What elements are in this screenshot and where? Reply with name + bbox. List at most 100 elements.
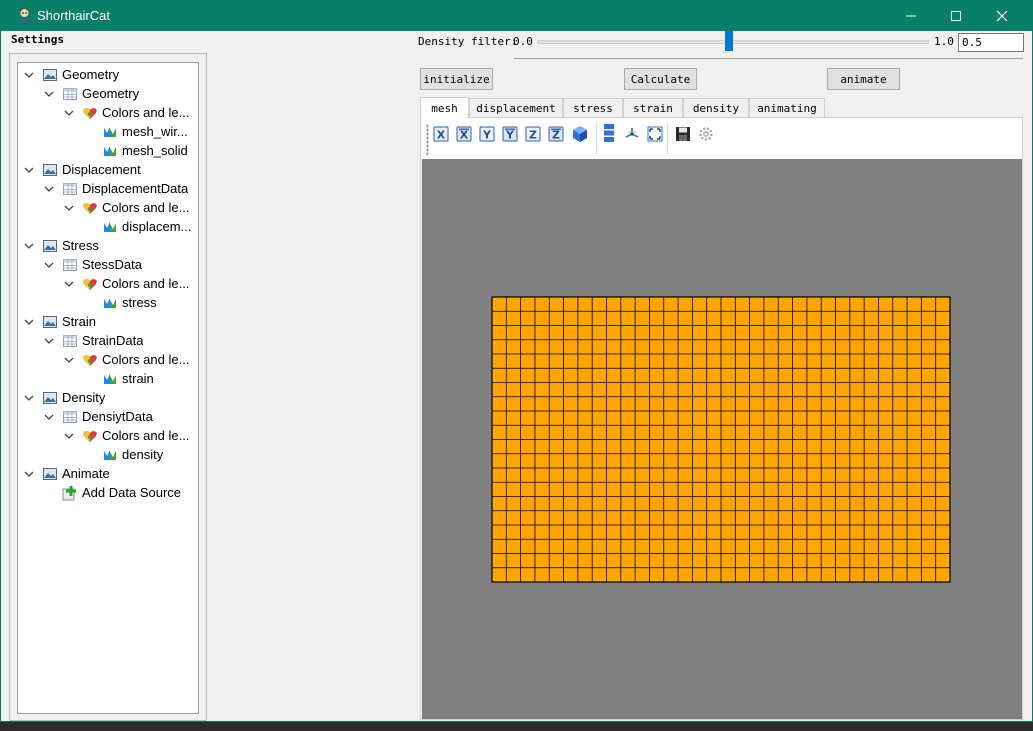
- chevron-down-icon[interactable]: [22, 68, 36, 82]
- title-bar[interactable]: ShorthairCat: [0, 0, 1033, 31]
- minimize-icon: [906, 15, 916, 16]
- tree-item[interactable]: Density: [22, 388, 105, 407]
- settings-tree[interactable]: Geometry Geometry Colors and le... mesh_wir…: [17, 62, 199, 714]
- tree-item-label: Geometry: [62, 67, 120, 82]
- chevron-down-icon[interactable]: [22, 391, 36, 405]
- table-icon: [62, 333, 78, 349]
- minimize-button[interactable]: [888, 0, 934, 31]
- chevron-down-icon[interactable]: [22, 315, 36, 329]
- tree-item[interactable]: StrainData: [42, 331, 143, 350]
- chevron-down-icon[interactable]: [62, 106, 76, 120]
- chart-series-icon: [102, 143, 118, 159]
- view-z-button[interactable]: Z: [523, 124, 543, 144]
- chevron-down-icon[interactable]: [62, 201, 76, 215]
- tree-item-label: Animate: [62, 466, 110, 481]
- chevron-down-icon[interactable]: [42, 258, 56, 272]
- tree-item[interactable]: mesh_wir...: [82, 122, 188, 141]
- chevron-down-icon[interactable]: [22, 467, 36, 481]
- tree-item[interactable]: Colors and le...: [62, 426, 189, 445]
- stack-icon: [601, 123, 617, 143]
- chevron-down-icon[interactable]: [42, 410, 56, 424]
- maximize-button[interactable]: [933, 0, 979, 31]
- tree-item-label: Colors and le...: [102, 105, 190, 120]
- isometric-cube-icon: [571, 125, 589, 143]
- chevron-down-icon[interactable]: [42, 182, 56, 196]
- save-button[interactable]: [673, 124, 693, 144]
- tab-animating[interactable]: animating: [749, 98, 825, 117]
- tree-item[interactable]: strain: [82, 369, 154, 388]
- toolbar-separator: [596, 124, 597, 154]
- chart-series-icon: [102, 447, 118, 463]
- close-button[interactable]: [979, 0, 1025, 31]
- tree-item-label: Colors and le...: [102, 352, 190, 367]
- chart-series-icon: [102, 124, 118, 140]
- app-cat-icon: [19, 7, 30, 23]
- tree-item-label: StrainData: [82, 333, 144, 348]
- tree-item-label: mesh_solid: [122, 143, 188, 158]
- calculate-button[interactable]: Calculate: [624, 68, 697, 90]
- tree-item[interactable]: Colors and le...: [62, 103, 189, 122]
- view-neg-z-button[interactable]: Z: [546, 124, 566, 144]
- tree-item[interactable]: StessData: [42, 255, 142, 274]
- tree-item[interactable]: Strain: [22, 312, 96, 331]
- tree-item[interactable]: Animate: [22, 464, 110, 483]
- add-plus-icon: [62, 485, 78, 501]
- animate-button[interactable]: animate: [827, 68, 900, 90]
- chevron-down-icon[interactable]: [42, 87, 56, 101]
- view-y-icon: Y: [479, 126, 495, 142]
- isometric-cube-button[interactable]: [570, 124, 590, 144]
- tree-item[interactable]: displacem...: [82, 217, 191, 236]
- axes-button[interactable]: [622, 124, 642, 144]
- palette-heart-icon: [82, 352, 98, 368]
- image-icon: [42, 314, 58, 330]
- tree-item-label: displacem...: [122, 219, 192, 234]
- tree-item-label: Strain: [62, 314, 96, 329]
- tree-item[interactable]: Colors and le...: [62, 274, 189, 293]
- view-x-button[interactable]: X: [431, 124, 451, 144]
- svg-text:Y: Y: [505, 129, 515, 142]
- fit-view-button[interactable]: [645, 124, 665, 144]
- tab-mesh[interactable]: mesh: [420, 97, 469, 118]
- chevron-down-icon[interactable]: [62, 277, 76, 291]
- tree-item[interactable]: Colors and le...: [62, 350, 189, 369]
- chevron-down-icon[interactable]: [62, 353, 76, 367]
- view-neg-y-button[interactable]: Y: [500, 124, 520, 144]
- view-neg-z-icon: Z: [548, 126, 564, 142]
- density-value-input[interactable]: 0.5: [958, 33, 1024, 52]
- tree-item[interactable]: Colors and le...: [62, 198, 189, 217]
- tree-item[interactable]: Geometry: [22, 65, 119, 84]
- tree-item[interactable]: DensiytData: [42, 407, 153, 426]
- tab-displacement[interactable]: displacement: [469, 98, 563, 117]
- tree-item[interactable]: density: [82, 445, 163, 464]
- density-slider-handle[interactable]: [725, 31, 733, 51]
- tree-item[interactable]: stress: [82, 293, 157, 312]
- tab-strain[interactable]: strain: [623, 98, 683, 117]
- chevron-down-icon[interactable]: [42, 334, 56, 348]
- toolbar-grip[interactable]: [426, 124, 429, 156]
- tree-item[interactable]: Geometry: [42, 84, 139, 103]
- chart-series-icon: [102, 371, 118, 387]
- view-y-button[interactable]: Y: [477, 124, 497, 144]
- chevron-down-icon[interactable]: [22, 239, 36, 253]
- view-neg-x-button[interactable]: X: [454, 124, 474, 144]
- initialize-button[interactable]: initialize: [420, 68, 493, 90]
- density-slider-track[interactable]: [537, 40, 929, 44]
- tree-item[interactable]: mesh_solid: [82, 141, 188, 160]
- tree-item[interactable]: Add Data Source: [42, 483, 181, 502]
- tab-density[interactable]: density: [683, 98, 749, 117]
- table-icon: [62, 181, 78, 197]
- chevron-down-icon[interactable]: [22, 163, 36, 177]
- tree-item-label: Density: [62, 390, 106, 405]
- chevron-down-icon[interactable]: [62, 429, 76, 443]
- tree-item[interactable]: DisplacementData: [42, 179, 188, 198]
- image-icon: [42, 390, 58, 406]
- tab-stress[interactable]: stress: [563, 98, 623, 117]
- settings-gear-button[interactable]: [696, 124, 716, 144]
- tree-item[interactable]: Stress: [22, 236, 99, 255]
- stack-button[interactable]: [599, 123, 619, 143]
- tree-item[interactable]: Displacement: [22, 160, 141, 179]
